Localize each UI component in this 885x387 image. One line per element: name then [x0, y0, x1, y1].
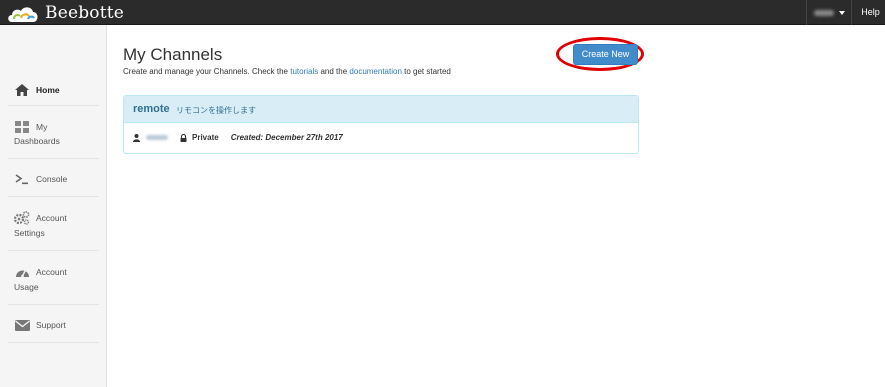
- subtitle-text: and the: [320, 67, 348, 76]
- subtitle-text: to get started: [404, 67, 451, 76]
- user-menu-toggle[interactable]: [806, 0, 852, 25]
- channel-panel: remote リモコンを操作します Private Created: Decem…: [123, 95, 639, 154]
- home-icon: [14, 83, 30, 97]
- brand[interactable]: Beebotte: [6, 0, 124, 25]
- sidebar-item-account-settings[interactable]: Account Settings: [8, 197, 99, 251]
- channel-panel-header: remote リモコンを操作します: [124, 96, 638, 123]
- sidebar-item-label: Console: [36, 174, 68, 184]
- page-title: My Channels: [123, 45, 223, 64]
- create-new-button[interactable]: Create New: [573, 44, 638, 65]
- sidebar-item-label: Account: [36, 267, 67, 277]
- subtitle-text: Create and manage your Channels. Check t…: [123, 67, 288, 76]
- owner-redacted: [146, 135, 168, 140]
- caret-down-icon: [838, 10, 845, 15]
- sidebar-item-support[interactable]: Support: [8, 305, 99, 343]
- top-navbar: Beebotte Help: [0, 0, 885, 25]
- sidebar-item-home[interactable]: Home: [8, 73, 99, 106]
- sidebar: Home My Dashboards Console Account Setti…: [0, 25, 107, 387]
- user-icon: [133, 133, 140, 142]
- tutorials-link[interactable]: tutorials: [290, 67, 318, 76]
- sidebar-item-label: Home: [36, 85, 60, 95]
- help-link[interactable]: Help: [856, 0, 885, 25]
- lock-icon: [180, 133, 187, 142]
- envelope-icon: [14, 318, 30, 332]
- sidebar-item-console[interactable]: Console: [8, 159, 99, 197]
- created-date: Created: December 27th 2017: [230, 133, 343, 142]
- sidebar-item-label: Support: [36, 320, 66, 330]
- username-redacted: [813, 9, 834, 16]
- sidebar-item-label-line2: Settings: [14, 228, 45, 238]
- sidebar-item-dashboards[interactable]: My Dashboards: [8, 106, 99, 159]
- channel-description: リモコンを操作します: [176, 106, 256, 115]
- channel-meta: Private Created: December 27th 2017: [133, 133, 343, 142]
- page-subtitle: Create and manage your Channels. Check t…: [123, 67, 451, 76]
- visibility-label: Private: [192, 133, 219, 142]
- sidebar-item-account-usage[interactable]: Account Usage: [8, 251, 99, 305]
- gauge-icon: [14, 265, 30, 279]
- sidebar-item-label: Account: [36, 213, 67, 223]
- cloud-logo-icon: [8, 6, 38, 22]
- sidebar-item-label-line2: Usage: [14, 282, 39, 292]
- dashboards-icon: [14, 120, 30, 134]
- gears-icon: [14, 211, 30, 225]
- documentation-link[interactable]: documentation: [349, 67, 401, 76]
- console-icon: [14, 172, 30, 186]
- sidebar-item-label-line2: Dashboards: [14, 136, 60, 146]
- sidebar-item-label: My: [36, 122, 48, 132]
- main-content: My Channels Create and manage your Chann…: [107, 25, 885, 387]
- channel-name-link[interactable]: remote: [133, 103, 170, 115]
- brand-name: Beebotte: [45, 2, 125, 23]
